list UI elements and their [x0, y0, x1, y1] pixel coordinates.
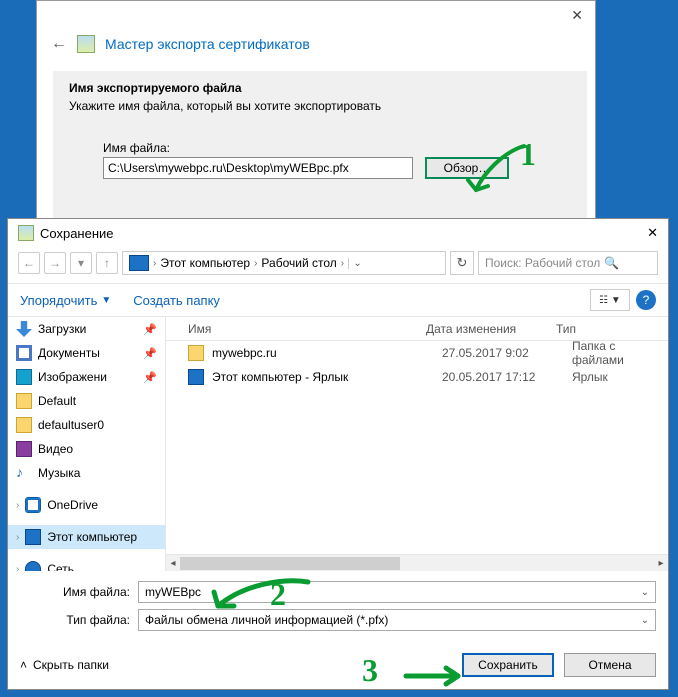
cancel-button[interactable]: Отмена [564, 653, 656, 677]
explorer-area: Загрузки📌 Документы📌 Изображени📌 Default… [8, 317, 668, 571]
new-folder-button[interactable]: Создать папку [133, 293, 220, 308]
section-title: Имя экспортируемого файла [69, 81, 571, 95]
nav-recent-button[interactable]: ▾ [70, 252, 92, 274]
dialog-footer: ˄ Скрыть папки Сохранить Отмена [8, 643, 668, 687]
section-text: Укажите имя файла, который вы хотите экс… [69, 99, 571, 113]
wizard-body: Имя экспортируемого файла Укажите имя фа… [53, 71, 587, 219]
tree-onedrive[interactable]: ›OneDrive [8, 493, 165, 517]
filetype-select[interactable]: Файлы обмена личной информацией (*.pfx) … [138, 609, 656, 631]
certificate-icon [18, 225, 34, 241]
wizard-header: ← Мастер экспорта сертификатов [37, 1, 595, 71]
scroll-thumb[interactable] [180, 557, 400, 570]
nav-forward-button[interactable]: → [44, 252, 66, 274]
crumb-this-pc[interactable]: Этот компьютер [160, 256, 250, 270]
hide-folders-button[interactable]: ˄ Скрыть папки [20, 658, 109, 672]
chevron-down-icon[interactable]: ⌄ [641, 615, 649, 626]
col-type[interactable]: Тип [556, 322, 668, 336]
tree-defaultuser0[interactable]: defaultuser0 [8, 413, 165, 437]
tree-documents[interactable]: Документы📌 [8, 341, 165, 365]
nav-tree[interactable]: Загрузки📌 Документы📌 Изображени📌 Default… [8, 317, 166, 571]
pin-icon: 📌 [143, 347, 157, 360]
folder-icon [188, 345, 204, 361]
horizontal-scrollbar[interactable]: ◂ ▸ [166, 554, 668, 571]
search-icon: 🔍 [604, 256, 619, 270]
save-fields: Имя файла: myWEBpc ⌄ Тип файла: Файлы об… [8, 571, 668, 643]
list-item[interactable]: mywebpc.ru 27.05.2017 9:02 Папка с файла… [166, 341, 668, 365]
tree-network[interactable]: ›Сеть [8, 557, 165, 571]
close-icon[interactable]: ✕ [647, 225, 658, 241]
list-item[interactable]: Этот компьютер - Ярлык 20.05.2017 17:12 … [166, 365, 668, 389]
search-placeholder: Поиск: Рабочий стол [485, 256, 600, 270]
save-button[interactable]: Сохранить [462, 653, 554, 677]
chevron-up-icon: ˄ [20, 658, 27, 672]
tree-downloads[interactable]: Загрузки📌 [8, 317, 165, 341]
nav-back-button[interactable]: ← [18, 252, 40, 274]
tree-music[interactable]: Музыка [8, 461, 165, 485]
address-bar[interactable]: › Этот компьютер › Рабочий стол › ⌄ [122, 251, 446, 275]
scroll-left-icon[interactable]: ◂ [166, 555, 180, 572]
col-date[interactable]: Дата изменения [426, 322, 556, 336]
export-filename-input[interactable] [103, 157, 413, 179]
nav-up-button[interactable]: ↑ [96, 252, 118, 274]
address-dropdown-icon[interactable]: ⌄ [348, 258, 366, 269]
filename-label: Имя файла: [103, 141, 571, 155]
pin-icon: 📌 [143, 323, 157, 336]
crumb-desktop[interactable]: Рабочий стол [261, 256, 336, 270]
filename-input[interactable]: myWEBpc ⌄ [138, 581, 656, 603]
browse-button[interactable]: Обзор… [425, 157, 509, 179]
shortcut-icon [188, 369, 204, 385]
close-icon[interactable]: ✕ [571, 7, 583, 24]
pin-icon: 📌 [143, 371, 157, 384]
scroll-right-icon[interactable]: ▸ [654, 555, 668, 572]
column-headers[interactable]: Имя Дата изменения Тип [166, 317, 668, 341]
tree-pictures[interactable]: Изображени📌 [8, 365, 165, 389]
filename-label: Имя файла: [20, 585, 130, 599]
refresh-button[interactable]: ↻ [450, 251, 474, 275]
this-pc-icon [129, 255, 149, 271]
col-name[interactable]: Имя [166, 322, 426, 336]
tree-video[interactable]: Видео [8, 437, 165, 461]
filetype-label: Тип файла: [20, 613, 130, 627]
wizard-title: Мастер экспорта сертификатов [105, 36, 310, 52]
save-as-dialog: Сохранение ✕ ← → ▾ ↑ › Этот компьютер › … [7, 218, 669, 690]
toolbar: Упорядочить ▼ Создать папку ☷ ▼ ? [8, 283, 668, 317]
tree-this-pc[interactable]: ›Этот компьютер [8, 525, 165, 549]
back-arrow-icon[interactable]: ← [51, 35, 67, 53]
certificate-icon [77, 35, 95, 53]
organize-button[interactable]: Упорядочить ▼ [20, 293, 111, 308]
help-icon[interactable]: ? [636, 290, 656, 310]
nav-bar: ← → ▾ ↑ › Этот компьютер › Рабочий стол … [8, 247, 668, 283]
view-options-button[interactable]: ☷ ▼ [590, 289, 630, 311]
tree-default[interactable]: Default [8, 389, 165, 413]
dialog-titlebar: Сохранение ✕ [8, 219, 668, 247]
search-input[interactable]: Поиск: Рабочий стол 🔍 [478, 251, 658, 275]
chevron-down-icon[interactable]: ⌄ [641, 587, 649, 598]
file-list[interactable]: Имя Дата изменения Тип mywebpc.ru 27.05.… [166, 317, 668, 571]
dialog-title: Сохранение [40, 226, 114, 241]
